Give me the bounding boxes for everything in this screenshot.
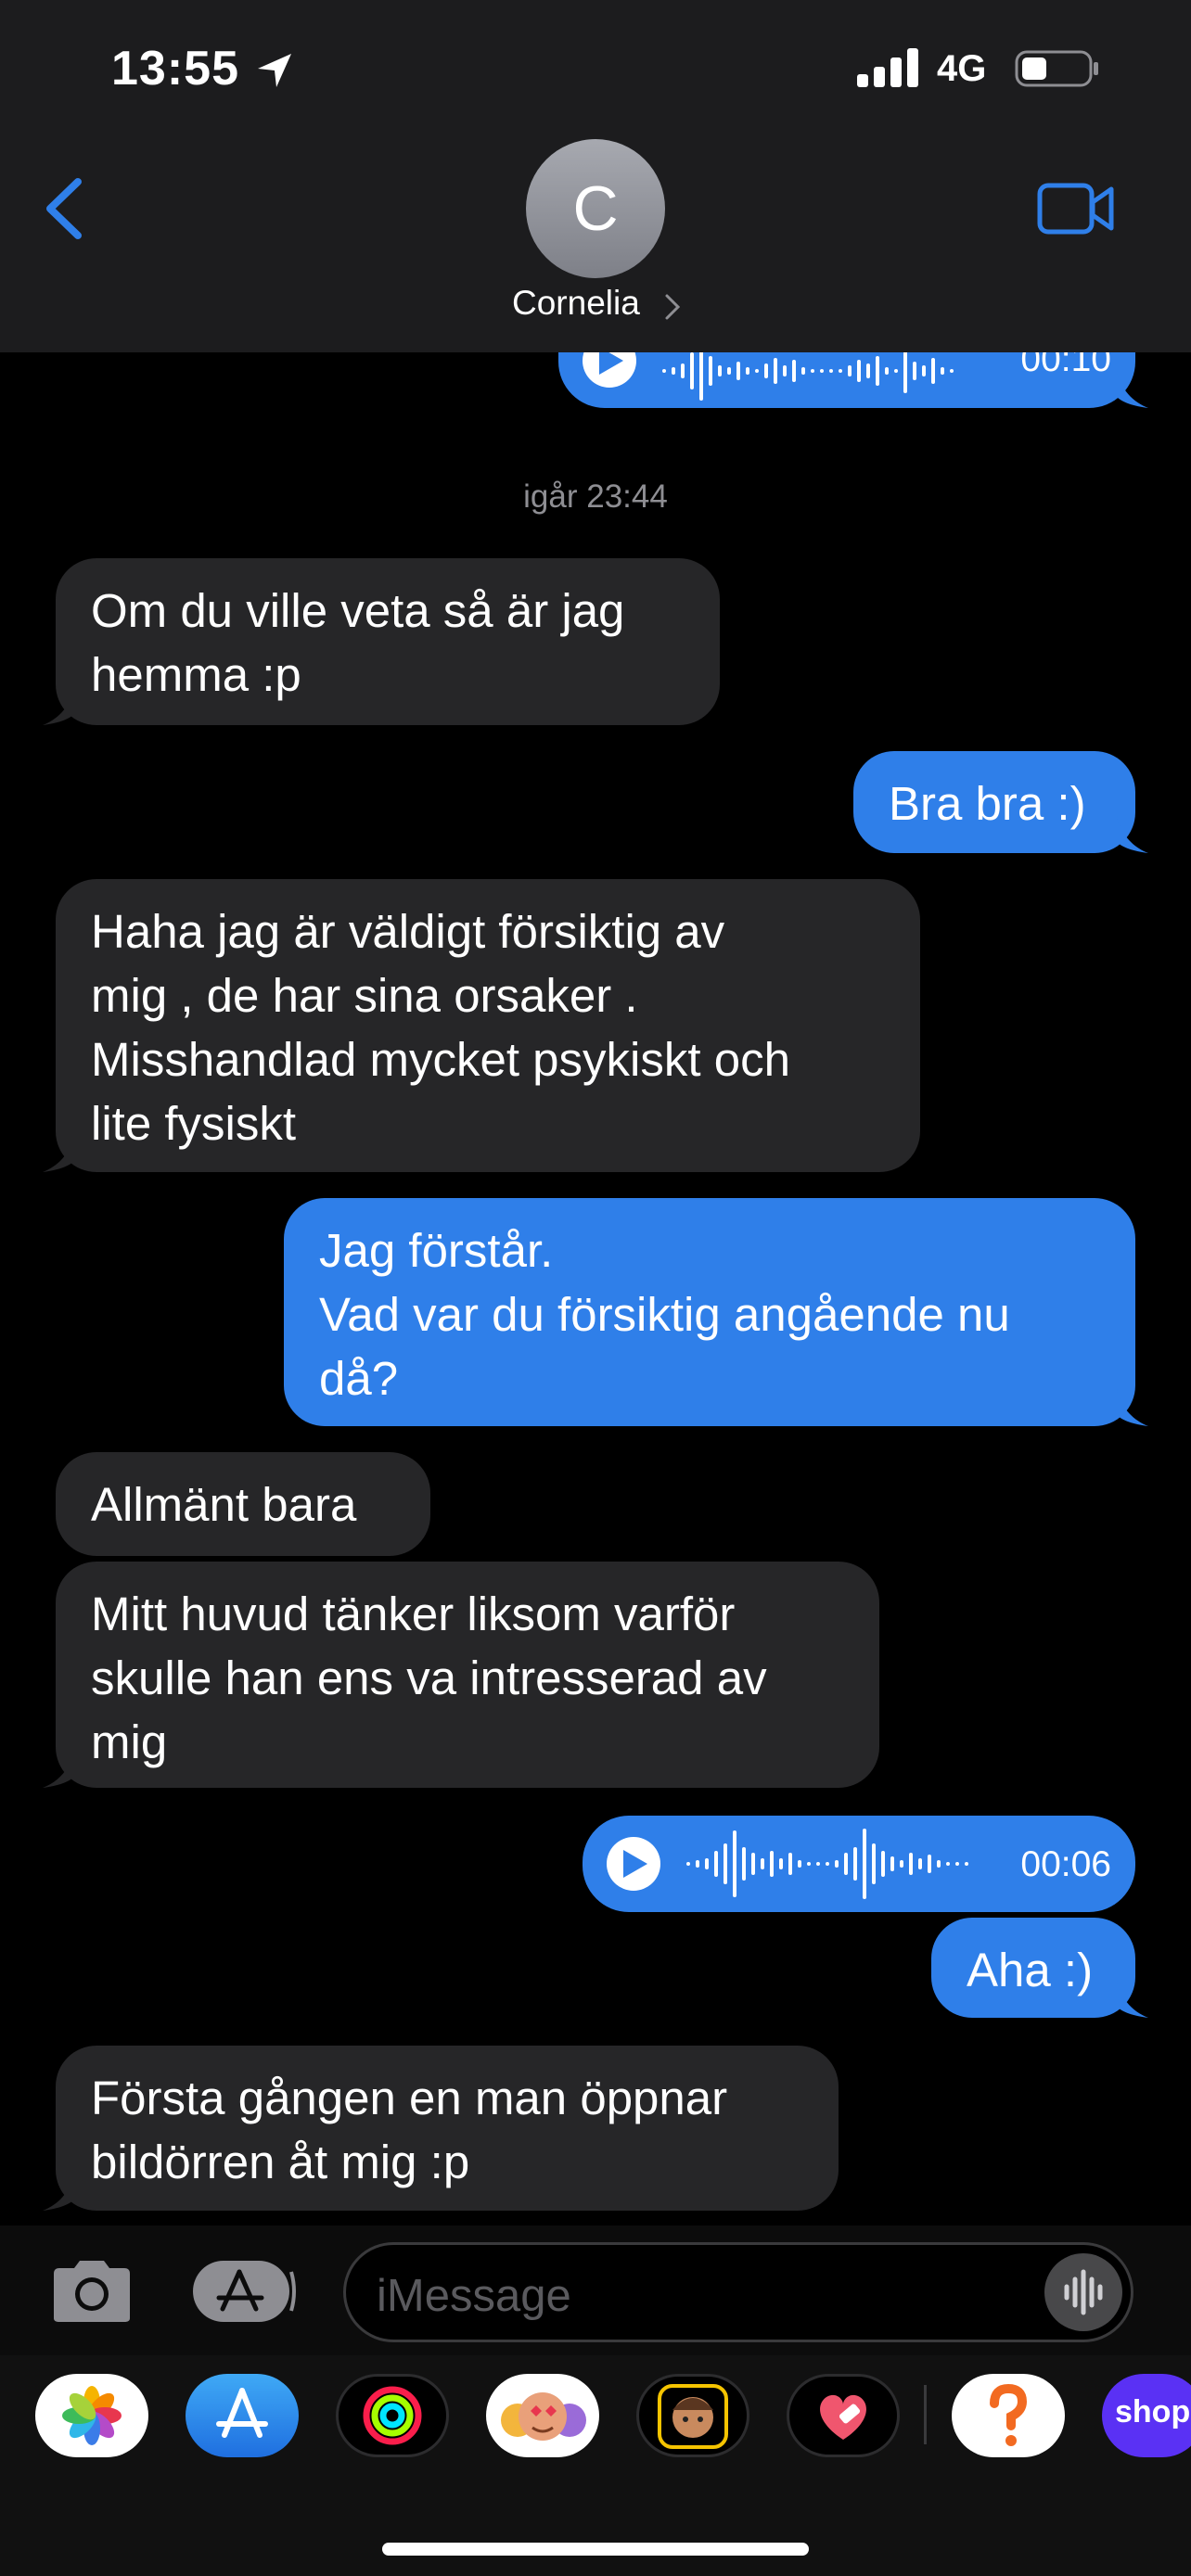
bubble-tail [43,1751,74,1788]
memoji-stickers-app-icon[interactable] [486,2374,599,2457]
app-store-icon[interactable] [191,2257,297,2326]
audio-message[interactable]: 00:06 [583,1816,1135,1912]
incoming-message[interactable]: Första gången en man öppnar bildörren åt… [56,2046,839,2211]
shop-app-label: shop [1115,2394,1191,2429]
imessage-placeholder: iMessage [377,2271,571,2321]
bubble-tail [43,2174,74,2211]
video-call-icon[interactable] [1037,182,1115,236]
drawer-divider [924,2385,927,2444]
waveform-icon [686,1829,968,1899]
play-button[interactable] [607,1837,660,1891]
bubble-tail [43,688,74,725]
camera-icon[interactable] [48,2257,135,2326]
chevron-right-icon[interactable] [664,293,681,321]
outgoing-message[interactable]: Jag förstår. Vad var du försiktig angåen… [284,1198,1135,1426]
battery-icon [1015,50,1098,87]
audio-duration: 00:06 [1020,1844,1111,1884]
outgoing-message[interactable]: Aha :) [931,1918,1135,2018]
incoming-message[interactable]: Haha jag är väldigt försiktig av mig , d… [56,879,920,1172]
heart-app-icon[interactable] [787,2374,900,2457]
shop-app-icon[interactable]: shop [1102,2374,1191,2457]
incoming-message[interactable]: Om du ville veta så är jag hemma :p [56,558,720,725]
network-type: 4G [937,48,987,89]
app-store-app-icon[interactable] [186,2374,299,2457]
memoji-app-icon[interactable] [636,2374,749,2457]
outgoing-message[interactable]: Bra bra :) [853,751,1135,853]
cellular-signal-icon [857,48,918,87]
home-indicator[interactable] [382,2543,809,2556]
back-chevron-icon[interactable] [41,176,87,241]
bubble-tail [1117,1981,1148,2018]
activity-app-icon[interactable] [336,2374,449,2457]
incoming-message[interactable]: Mitt huvud tänker liksom varför skulle h… [56,1562,879,1788]
waveform-mic-icon [1064,2269,1103,2315]
bubble-tail [1117,1389,1148,1426]
navigation-header: 13:55 4G C Cornelia [0,0,1191,352]
bubble-tail [1117,371,1148,408]
location-arrow-icon [258,54,291,87]
timestamp: igår 23:44 [523,478,668,515]
photos-app-icon[interactable] [35,2374,148,2457]
bubble-tail [1117,816,1148,853]
voice-message-button[interactable] [1044,2253,1122,2331]
contact-avatar[interactable]: C [526,139,665,278]
contact-name[interactable]: Cornelia [512,284,640,323]
status-time: 13:55 [111,42,239,96]
incoming-message[interactable]: Allmänt bara [56,1452,430,1556]
help-app-icon[interactable] [952,2374,1065,2457]
bubble-tail [43,1135,74,1172]
